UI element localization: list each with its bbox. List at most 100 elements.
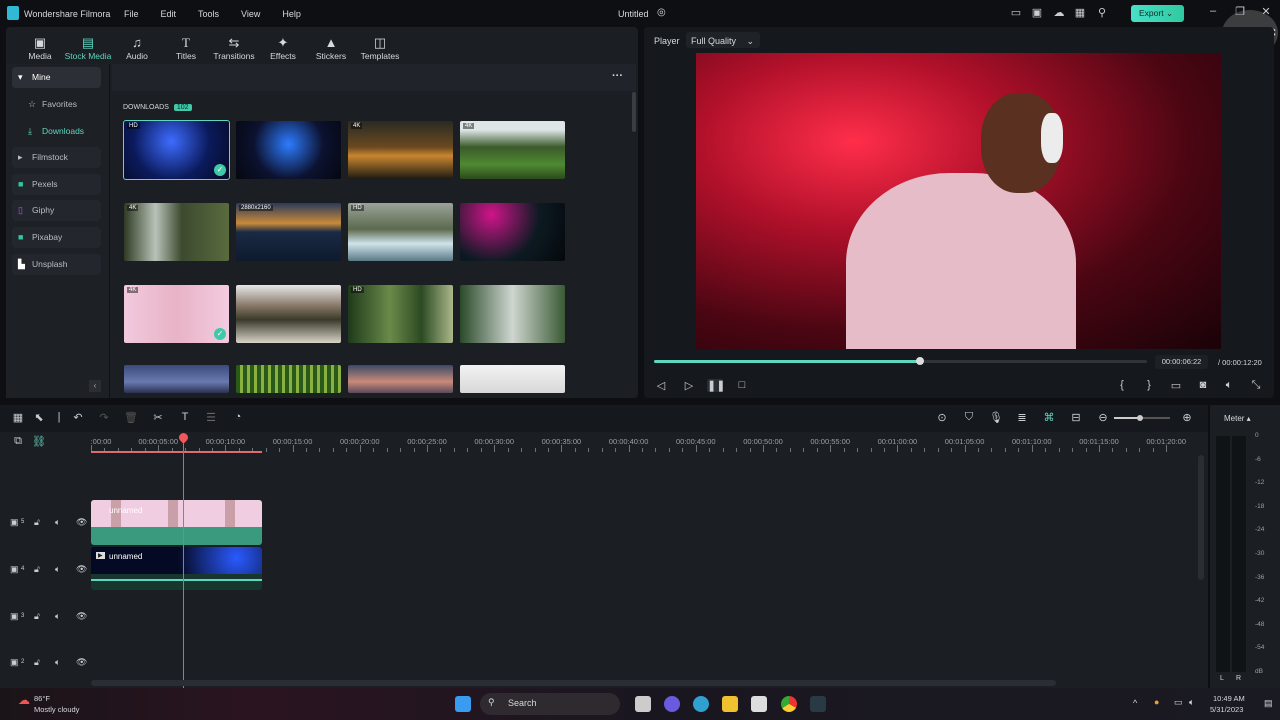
tab-media[interactable]: ▣ Media xyxy=(16,34,64,61)
render-icon[interactable]: ⊙ xyxy=(934,411,950,424)
player-tab[interactable]: Player xyxy=(654,36,680,46)
task-view-icon[interactable] xyxy=(635,696,651,712)
save-icon[interactable]: ▣ xyxy=(1029,6,1045,19)
sidebar-item-favorites[interactable]: ☆ Favorites xyxy=(12,94,101,115)
timeline-hscrollbar[interactable] xyxy=(91,680,1056,686)
eye-icon[interactable]: 👁︎ xyxy=(76,657,87,668)
mark-out-icon[interactable]: } xyxy=(1141,379,1157,391)
eye-icon[interactable]: 👁︎ xyxy=(76,611,87,622)
playhead[interactable] xyxy=(177,431,190,688)
eye-icon[interactable]: 👁︎ xyxy=(76,517,87,528)
menu-tools[interactable]: Tools xyxy=(198,9,219,19)
meter-title[interactable]: Meter ▴ xyxy=(1224,414,1251,423)
volume-icon[interactable]: 🔈︎ xyxy=(1221,379,1237,392)
zoom-slider-handle[interactable] xyxy=(1137,415,1143,421)
adjust-icon[interactable]: ☰ xyxy=(203,411,219,424)
chrome-icon[interactable] xyxy=(781,696,797,712)
mute-icon[interactable]: 🔈︎ xyxy=(55,564,60,575)
media-thumbnail[interactable]: HD xyxy=(348,285,453,343)
next-frame-icon[interactable]: ▷ xyxy=(681,379,697,392)
tab-templates[interactable]: ◫ Templates xyxy=(356,34,404,61)
collapse-sidebar-button[interactable]: ‹ xyxy=(89,380,101,392)
pause-icon[interactable]: ❚❚ xyxy=(707,379,725,392)
sidebar-item-unsplash[interactable]: ▙ Unsplash xyxy=(12,254,101,275)
zoom-slider[interactable] xyxy=(1114,415,1170,421)
media-thumbnail[interactable]: 2880x2160 xyxy=(236,203,341,261)
mute-icon[interactable]: 🔈︎ xyxy=(55,517,60,528)
lock-icon[interactable]: 🔓︎ xyxy=(34,611,40,622)
delete-icon[interactable]: 🗑︎ xyxy=(123,411,139,424)
tray-network-icon[interactable]: ▭ xyxy=(1174,697,1183,708)
layout-icon[interactable]: ▭ xyxy=(1008,6,1024,19)
menu-help[interactable]: Help xyxy=(282,9,301,19)
library-scrollbar[interactable] xyxy=(632,92,636,132)
tray-mic-icon[interactable]: ● xyxy=(1154,697,1159,707)
media-thumbnail[interactable] xyxy=(460,285,565,343)
microphone-icon[interactable]: 🎙︎ xyxy=(988,411,1004,424)
menu-file[interactable]: File xyxy=(124,9,139,19)
weather-temp[interactable]: 86°F xyxy=(34,694,50,703)
windows-start-icon[interactable] xyxy=(455,696,471,712)
add-track-icon[interactable]: ⧉ xyxy=(10,435,26,448)
sidebar-item-giphy[interactable]: ▯ Giphy xyxy=(12,200,101,221)
media-thumbnail[interactable]: 4K xyxy=(348,121,453,179)
feedback-icon[interactable]: ⚲ xyxy=(1094,6,1110,19)
display-icon[interactable]: ▭ xyxy=(1168,379,1184,392)
media-thumbnail[interactable] xyxy=(236,121,341,179)
tab-audio[interactable]: ♫ Audio xyxy=(113,34,161,61)
speed-icon[interactable]: ◔ xyxy=(230,411,246,423)
sidebar-item-downloads[interactable]: ⤓ Downloads xyxy=(12,121,101,142)
tab-transitions[interactable]: ⇆ Transitions xyxy=(210,34,258,61)
more-options-button[interactable]: ··· xyxy=(612,70,623,82)
tray-chevron-icon[interactable]: ^ xyxy=(1133,698,1137,708)
media-thumbnail[interactable]: HD xyxy=(348,203,453,261)
media-thumbnail[interactable] xyxy=(460,365,565,393)
sidebar-item-filmstock[interactable]: ▸ Filmstock xyxy=(12,147,101,168)
sidebar-item-pexels[interactable]: ■ Pexels xyxy=(12,174,101,195)
media-thumbnail[interactable]: 4K xyxy=(124,203,229,261)
media-thumbnail[interactable]: 4K ✓ xyxy=(124,285,229,343)
select-tool-icon[interactable]: ⬉ xyxy=(31,411,47,424)
media-thumbnail[interactable]: 4K xyxy=(460,121,565,179)
lock-icon[interactable]: 🔓︎ xyxy=(34,657,40,668)
text-tool-icon[interactable]: T xyxy=(177,411,193,423)
tray-volume-icon[interactable]: 🔈︎ xyxy=(1189,697,1194,708)
zoom-out-icon[interactable]: ⊖ xyxy=(1095,411,1111,424)
eye-icon[interactable]: 👁︎ xyxy=(76,564,87,575)
sidebar-item-pixabay[interactable]: ■ Pixabay xyxy=(12,227,101,248)
video-clip-track5[interactable]: unnamed xyxy=(91,500,262,545)
layout-grid-icon[interactable]: ▦ xyxy=(10,411,26,424)
mute-icon[interactable]: 🔈︎ xyxy=(55,611,60,622)
store-icon[interactable] xyxy=(751,696,767,712)
filmora-taskbar-icon[interactable] xyxy=(810,696,826,712)
timeline-vscrollbar[interactable] xyxy=(1198,455,1204,580)
redo-icon[interactable]: ↷ xyxy=(96,411,112,424)
media-thumbnail[interactable] xyxy=(124,365,229,393)
mark-in-icon[interactable]: { xyxy=(1114,379,1130,391)
tab-titles[interactable]: T Titles xyxy=(162,34,210,61)
media-thumbnail[interactable] xyxy=(236,285,341,343)
fit-icon[interactable]: ⊟ xyxy=(1068,411,1084,424)
video-clip-track4[interactable]: ▶ unnamed xyxy=(91,547,262,590)
mute-icon[interactable]: 🔈︎ xyxy=(55,657,60,668)
marker-icon[interactable]: ⛉ xyxy=(961,411,977,424)
undo-icon[interactable]: ↶ xyxy=(70,411,86,424)
ai-icon[interactable]: ⌘ xyxy=(1041,411,1057,424)
teams-icon[interactable] xyxy=(664,696,680,712)
media-thumbnail[interactable] xyxy=(348,365,453,393)
tab-effects[interactable]: ✦ Effects xyxy=(259,34,307,61)
previous-frame-icon[interactable]: ◁ xyxy=(653,379,669,392)
snapshot-icon[interactable]: ◙ xyxy=(1195,379,1211,391)
lock-icon[interactable]: 🔓︎ xyxy=(34,564,40,575)
zoom-in-icon[interactable]: ⊕ xyxy=(1179,411,1195,424)
sidebar-item-mine[interactable]: ▾ Mine xyxy=(12,67,101,88)
media-thumbnail[interactable] xyxy=(460,203,565,261)
cut-icon[interactable]: ✂ xyxy=(150,411,166,424)
menu-edit[interactable]: Edit xyxy=(161,9,177,19)
grid-icon[interactable]: ▦ xyxy=(1072,6,1088,19)
file-explorer-icon[interactable] xyxy=(722,696,738,712)
tab-stickers[interactable]: ▲ Stickers xyxy=(307,34,355,61)
edge-icon[interactable] xyxy=(693,696,709,712)
cloud-upload-icon[interactable]: ☁ xyxy=(1051,6,1067,19)
clock-time[interactable]: 10:49 AM xyxy=(1213,694,1245,703)
